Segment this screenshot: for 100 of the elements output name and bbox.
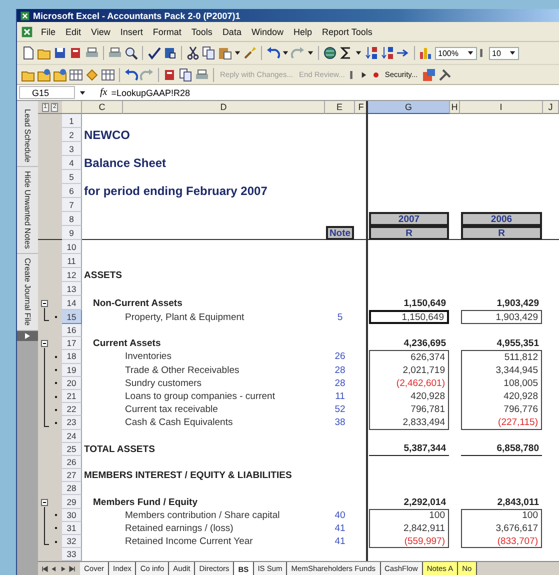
row-header[interactable]: 26 (62, 456, 82, 470)
row-header[interactable]: 9 (62, 226, 82, 240)
caret-icon[interactable] (234, 49, 241, 57)
triangle-icon[interactable] (25, 332, 30, 339)
row-header[interactable]: 25 (62, 442, 82, 456)
row-header[interactable]: 8 (62, 212, 82, 226)
folder-icon[interactable] (53, 68, 67, 82)
row-header[interactable]: 30 (62, 508, 82, 522)
grid-icon[interactable] (101, 68, 115, 82)
row-header[interactable]: 29 (62, 495, 82, 509)
printer-icon[interactable] (195, 68, 209, 82)
column-header[interactable]: J (543, 101, 559, 114)
row-header[interactable]: 4 (62, 156, 82, 170)
row-header[interactable]: 16 (62, 324, 82, 338)
sort-descending-icon[interactable] (380, 46, 394, 60)
row-header[interactable]: 18 (62, 350, 82, 364)
zoom-box[interactable]: 100% (435, 46, 477, 60)
row-header[interactable]: 28 (62, 482, 82, 496)
column-header[interactable]: G (368, 101, 450, 114)
row-header[interactable]: 19 (62, 364, 82, 377)
caret-icon[interactable] (307, 49, 314, 57)
value-cell: 100 (369, 508, 449, 522)
row-header[interactable]: 3 (62, 142, 82, 156)
row-header[interactable]: 11 (62, 254, 82, 268)
clipboard-icon[interactable] (218, 46, 232, 60)
menu-item[interactable]: Window (246, 26, 288, 36)
row-header[interactable]: 13 (62, 282, 82, 296)
row-header[interactable]: 6 (62, 184, 82, 198)
row-header[interactable]: 7 (62, 198, 82, 212)
name-box[interactable]: G15 (19, 86, 75, 99)
row-header[interactable]: 21 (62, 390, 82, 404)
bar-chart-icon[interactable] (419, 46, 433, 60)
page-icon[interactable] (21, 46, 35, 60)
menu-item[interactable]: Insert (115, 26, 148, 36)
checkmark-icon[interactable] (147, 46, 161, 60)
first-sheet-icon[interactable] (41, 564, 49, 574)
caret-icon[interactable] (509, 49, 516, 57)
value-cell: 1,150,649 (369, 310, 449, 324)
document-icon[interactable] (21, 26, 33, 38)
brush-icon[interactable] (243, 46, 257, 60)
menu-item[interactable]: Report Tools (316, 26, 378, 36)
row-header[interactable]: 10 (62, 240, 82, 254)
select-all-button[interactable] (62, 101, 82, 114)
formula-text[interactable]: =LookupGAAP!R28 (111, 88, 190, 98)
caret-icon[interactable] (79, 88, 86, 96)
menu-item[interactable]: Help (288, 26, 317, 36)
caret-icon[interactable] (355, 49, 362, 57)
side-pane-button[interactable]: Hide Unwanted Notes (17, 167, 38, 254)
magnifier-icon[interactable] (124, 46, 138, 60)
menu-item[interactable]: Edit (60, 26, 86, 36)
row-header[interactable]: 15 (62, 310, 82, 324)
printer-icon[interactable] (108, 46, 122, 60)
row-header[interactable]: 24 (62, 430, 82, 443)
menu-item[interactable]: Data (217, 26, 246, 36)
undo-icon[interactable] (124, 68, 138, 82)
function-button[interactable]: fx (100, 87, 108, 98)
column-header[interactable]: D (123, 101, 325, 114)
copy-icon[interactable] (179, 68, 193, 82)
expand-button[interactable] (17, 330, 38, 341)
row-header[interactable]: 17 (62, 337, 82, 350)
caret-icon[interactable] (467, 49, 474, 57)
collapse-button[interactable] (41, 300, 48, 306)
side-pane-button[interactable]: Create Journal File (17, 254, 38, 331)
row-header[interactable]: 2 (62, 128, 82, 142)
row-header[interactable]: 14 (62, 296, 82, 310)
row-header[interactable]: 27 (62, 469, 82, 482)
undo-icon[interactable] (266, 46, 280, 60)
grid-icon[interactable] (69, 68, 83, 82)
menu-item[interactable]: View (86, 26, 116, 36)
row-header[interactable]: 23 (62, 416, 82, 430)
row-header[interactable]: 20 (62, 376, 82, 390)
menu-item[interactable]: Tools (186, 26, 218, 36)
row-header[interactable]: 5 (62, 170, 82, 184)
printer-icon[interactable] (85, 46, 99, 60)
menu-item[interactable]: File (36, 26, 61, 36)
row-header[interactable]: 33 (62, 548, 82, 562)
last-sheet-icon[interactable] (68, 564, 76, 574)
column-header[interactable]: C (82, 101, 123, 114)
sum-icon[interactable] (339, 46, 353, 60)
column-header[interactable]: E (325, 101, 355, 114)
column-header[interactable]: H (450, 101, 460, 114)
menu-item[interactable]: Format (148, 26, 186, 36)
copy-icon[interactable] (202, 46, 216, 60)
collapse-button[interactable] (41, 340, 48, 348)
column-header[interactable]: I (460, 101, 543, 114)
row-header[interactable]: 1 (62, 114, 82, 128)
diamond-icon[interactable] (85, 68, 99, 82)
row-header[interactable]: 12 (62, 268, 82, 282)
globe-icon[interactable] (323, 46, 337, 60)
row-header[interactable]: 32 (62, 535, 82, 548)
scissors-icon[interactable] (186, 46, 200, 60)
sort-ascending-icon[interactable] (364, 46, 378, 60)
row-header[interactable]: 31 (62, 522, 82, 535)
row-header[interactable]: 22 (62, 403, 82, 416)
font-size-box[interactable]: 10 (489, 46, 519, 60)
total-label: TOTAL ASSETS (83, 442, 156, 456)
collapse-button[interactable] (41, 498, 48, 506)
folder-icon[interactable] (37, 68, 51, 82)
caret-icon[interactable] (282, 49, 289, 57)
side-pane-button[interactable]: Lead Schedule (17, 105, 38, 168)
